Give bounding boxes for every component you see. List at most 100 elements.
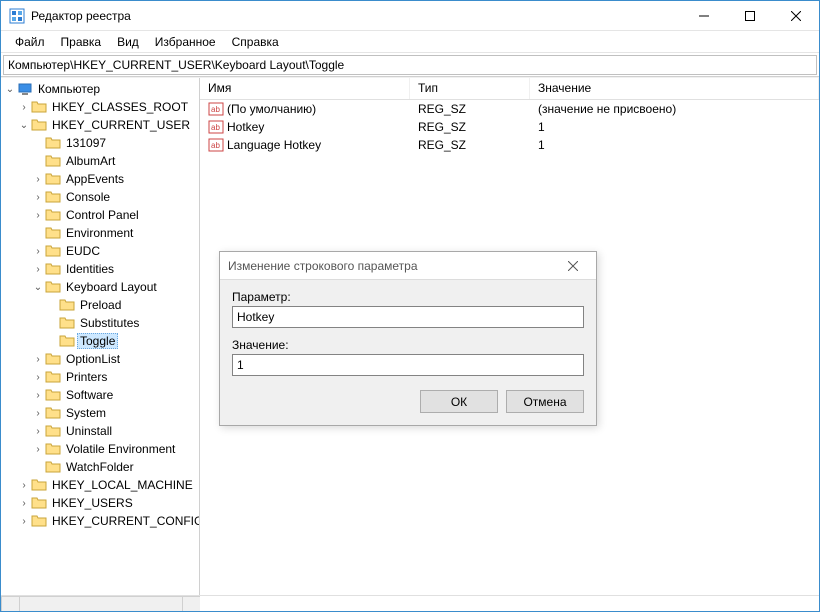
address-input[interactable]: [3, 55, 817, 75]
value-input[interactable]: [232, 354, 584, 376]
string-value-icon: ab: [208, 101, 224, 117]
tree-item[interactable]: ›EUDC: [3, 242, 199, 260]
expand-closed-icon[interactable]: ›: [31, 244, 45, 258]
tree-item[interactable]: › Control Panel: [3, 206, 199, 224]
list-row[interactable]: abHotkeyREG_SZ1: [200, 118, 819, 136]
col-name[interactable]: Имя: [200, 78, 410, 99]
expand-open-icon[interactable]: ⌄: [3, 82, 17, 96]
expand-closed-icon[interactable]: ›: [31, 406, 45, 420]
tree-label: System: [63, 405, 109, 421]
folder-icon: [45, 261, 61, 277]
value-name: Language Hotkey: [227, 138, 321, 152]
tree-hkcr[interactable]: › HKEY_CLASSES_ROOT: [3, 98, 199, 116]
tree-root[interactable]: ⌄ Компьютер: [3, 80, 199, 98]
expand-closed-icon[interactable]: ›: [31, 208, 45, 222]
expand-closed-icon[interactable]: ›: [31, 262, 45, 276]
ok-button[interactable]: ОК: [420, 390, 498, 413]
param-input[interactable]: [232, 306, 584, 328]
tree-item[interactable]: Substitutes: [3, 314, 199, 332]
computer-icon: [17, 81, 33, 97]
value-data: 1: [530, 120, 819, 134]
expand-closed-icon[interactable]: ›: [17, 514, 31, 528]
registry-tree[interactable]: ⌄Компьютер›HKEY_CLASSES_ROOT⌄HKEY_CURREN…: [1, 78, 200, 595]
menu-edit[interactable]: Правка: [53, 33, 110, 51]
folder-icon: [59, 315, 75, 331]
tree-item[interactable]: AlbumArt: [3, 152, 199, 170]
expand-closed-icon[interactable]: ›: [17, 496, 31, 510]
expand-open-icon[interactable]: ⌄: [17, 118, 31, 132]
tree-hkcu[interactable]: ⌄HKEY_CURRENT_USER: [3, 116, 199, 134]
menu-help[interactable]: Справка: [224, 33, 287, 51]
tree-item[interactable]: ›Volatile Environment: [3, 440, 199, 458]
expand-closed-icon[interactable]: ›: [31, 352, 45, 366]
dialog-titlebar[interactable]: Изменение строкового параметра: [220, 252, 596, 280]
tree-hklm[interactable]: ›HKEY_LOCAL_MACHINE: [3, 476, 199, 494]
menu-favorites[interactable]: Избранное: [147, 33, 224, 51]
folder-icon: [45, 459, 61, 475]
tree-item[interactable]: ›OptionList: [3, 350, 199, 368]
tree-item[interactable]: WatchFolder: [3, 458, 199, 476]
expand-closed-icon[interactable]: ›: [31, 370, 45, 384]
value-data: 1: [530, 138, 819, 152]
window-title: Редактор реестра: [31, 9, 681, 23]
string-value-icon: ab: [208, 137, 224, 153]
expand-open-icon[interactable]: ⌄: [31, 280, 45, 294]
tree-label: Preload: [77, 297, 124, 313]
tree-keyboard-layout[interactable]: ⌄Keyboard Layout: [3, 278, 199, 296]
tree-item[interactable]: ›Printers: [3, 368, 199, 386]
close-button[interactable]: [773, 1, 819, 31]
expand-closed-icon[interactable]: ›: [31, 424, 45, 438]
maximize-button[interactable]: [727, 1, 773, 31]
folder-icon: [31, 513, 47, 529]
dialog-close-button[interactable]: [558, 256, 588, 276]
tree-item[interactable]: ›AppEvents: [3, 170, 199, 188]
tree-label: Console: [63, 189, 113, 205]
expand-closed-icon[interactable]: ›: [17, 478, 31, 492]
expand-closed-icon[interactable]: ›: [31, 172, 45, 186]
folder-icon: [45, 153, 61, 169]
tree-item[interactable]: › Software: [3, 386, 199, 404]
tree-label: Control Panel: [63, 207, 142, 223]
tree-label: Substitutes: [77, 315, 142, 331]
list-row[interactable]: ab(По умолчанию)REG_SZ(значение не присв…: [200, 100, 819, 118]
folder-icon: [45, 441, 61, 457]
tree-item[interactable]: ›Identities: [3, 260, 199, 278]
regedit-icon: [9, 8, 25, 24]
svg-text:ab: ab: [211, 123, 220, 132]
menu-view[interactable]: Вид: [109, 33, 147, 51]
tree-item[interactable]: Preload: [3, 296, 199, 314]
tree-hscroll[interactable]: [1, 596, 200, 611]
cancel-button[interactable]: Отмена: [506, 390, 584, 413]
folder-icon: [45, 171, 61, 187]
tree-item[interactable]: 131097: [3, 134, 199, 152]
expand-closed-icon[interactable]: ›: [31, 190, 45, 204]
tree-label: Компьютер: [35, 81, 103, 97]
menu-file[interactable]: Файл: [7, 33, 53, 51]
minimize-button[interactable]: [681, 1, 727, 31]
col-type[interactable]: Тип: [410, 78, 530, 99]
tree-label: Toggle: [77, 333, 118, 349]
list-header[interactable]: Имя Тип Значение: [200, 78, 819, 100]
folder-icon: [45, 387, 61, 403]
titlebar[interactable]: Редактор реестра: [1, 1, 819, 31]
tree-item[interactable]: Toggle: [3, 332, 199, 350]
col-value[interactable]: Значение: [530, 78, 819, 99]
tree-label: Uninstall: [63, 423, 115, 439]
tree-item[interactable]: › Uninstall: [3, 422, 199, 440]
tree-item[interactable]: Environment: [3, 224, 199, 242]
list-row[interactable]: abLanguage HotkeyREG_SZ1: [200, 136, 819, 154]
value-name: (По умолчанию): [227, 102, 316, 116]
folder-icon: [45, 423, 61, 439]
tree-label: Software: [63, 387, 116, 403]
expand-closed-icon[interactable]: ›: [17, 100, 31, 114]
tree-item[interactable]: › Console: [3, 188, 199, 206]
tree-item[interactable]: › System: [3, 404, 199, 422]
expand-closed-icon[interactable]: ›: [31, 388, 45, 402]
folder-icon: [45, 243, 61, 259]
tree-hkcc[interactable]: › HKEY_CURRENT_CONFIG: [3, 512, 199, 530]
expand-closed-icon[interactable]: ›: [31, 442, 45, 456]
tree-label: HKEY_CLASSES_ROOT: [49, 99, 191, 115]
tree-label: HKEY_CURRENT_CONFIG: [49, 513, 200, 529]
tree-hku[interactable]: ›HKEY_USERS: [3, 494, 199, 512]
menubar: Файл Правка Вид Избранное Справка: [1, 31, 819, 53]
